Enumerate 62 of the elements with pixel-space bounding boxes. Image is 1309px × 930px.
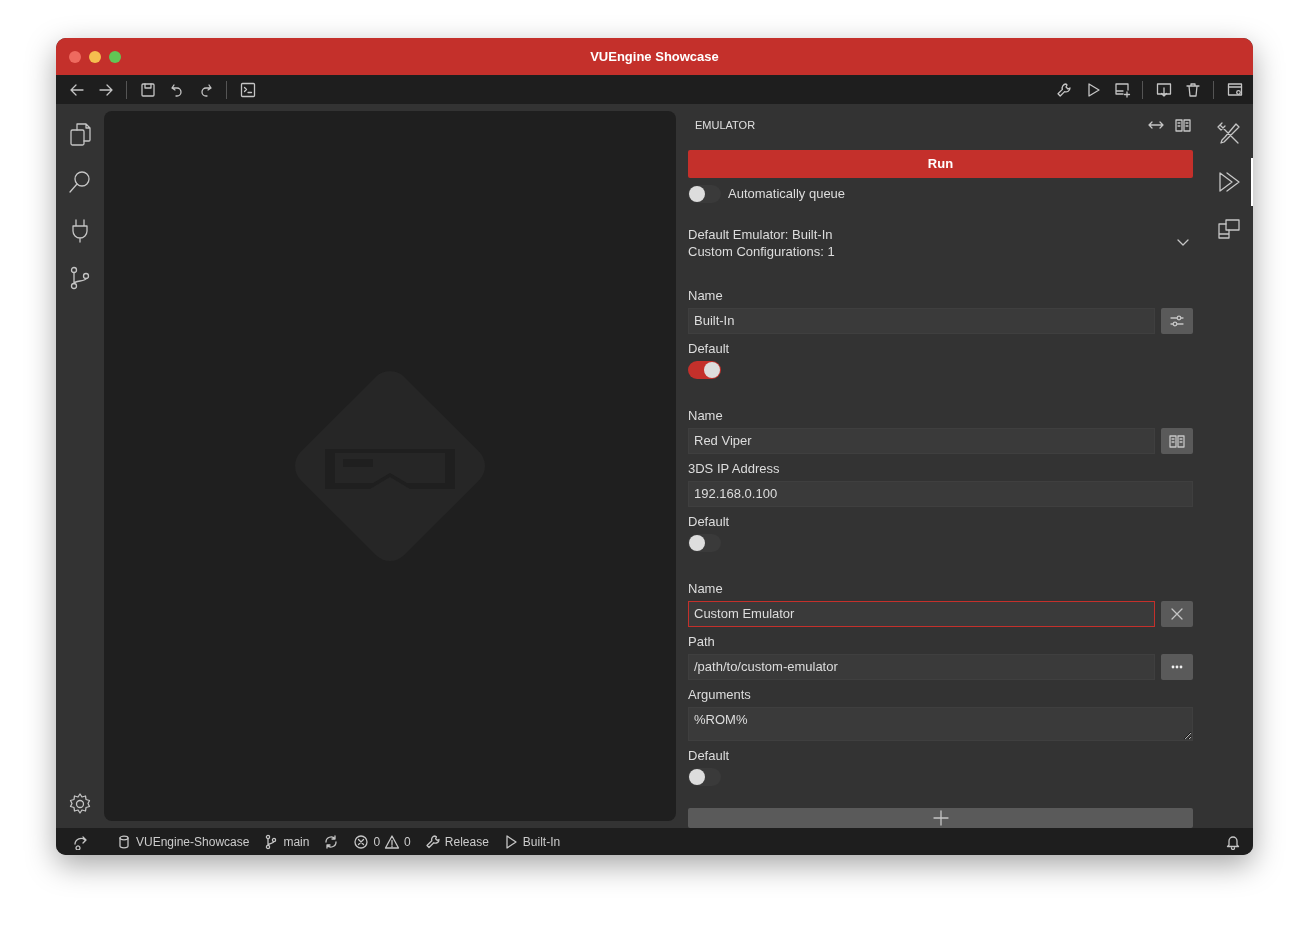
chevron-down-icon bbox=[1176, 239, 1189, 247]
minimize-window-button[interactable] bbox=[89, 51, 101, 63]
status-text: Built-In bbox=[522, 834, 561, 849]
tools-icon bbox=[1216, 121, 1242, 147]
run-button[interactable]: Run bbox=[688, 149, 1193, 178]
field-label: Name bbox=[688, 407, 724, 423]
remove-button[interactable] bbox=[1161, 600, 1193, 627]
text-field[interactable]: Red Viper bbox=[688, 427, 1155, 454]
panel-title: EMULATOR bbox=[695, 119, 757, 132]
zoom-window-button[interactable] bbox=[109, 51, 121, 63]
status-item[interactable]: main bbox=[263, 833, 310, 850]
field-label: Default bbox=[688, 513, 731, 529]
settings-button[interactable] bbox=[1161, 307, 1193, 334]
status-item[interactable]: VUEngine-Showcase bbox=[116, 833, 250, 850]
plus-icon bbox=[931, 808, 950, 827]
status-item[interactable]: Built-In bbox=[502, 833, 561, 850]
toggle-switch[interactable] bbox=[688, 360, 721, 379]
search-icon bbox=[67, 169, 93, 195]
browser-gear-icon bbox=[1225, 80, 1244, 99]
text-field[interactable]: 192.168.0.100 bbox=[688, 480, 1193, 507]
book-icon bbox=[1173, 116, 1192, 135]
field-label: Path bbox=[688, 633, 716, 649]
text-field[interactable]: Built-In bbox=[688, 307, 1155, 334]
warning-icon bbox=[384, 833, 401, 850]
docs-button[interactable] bbox=[1161, 427, 1193, 454]
toggle-switch[interactable] bbox=[688, 533, 721, 552]
text-field[interactable]: /path/to/custom-emulator bbox=[688, 653, 1155, 680]
summary-text: Custom Configurations: 1 bbox=[688, 243, 836, 259]
field-label: Default bbox=[688, 340, 731, 356]
error-count: 0 bbox=[373, 834, 381, 849]
copy-files-icon bbox=[67, 121, 93, 147]
cylinder-icon bbox=[116, 833, 132, 850]
bell-icon bbox=[1225, 833, 1241, 850]
arguments-field[interactable]: %ROM% bbox=[688, 706, 1193, 741]
screen-download-icon bbox=[1154, 80, 1173, 99]
toggle-switch[interactable] bbox=[688, 767, 721, 786]
summary-text: Default Emulator: Built-In bbox=[688, 226, 834, 242]
wrench-icon bbox=[424, 833, 441, 850]
status-text: Release bbox=[444, 834, 489, 849]
status-text: VUEngine-Showcase bbox=[136, 834, 250, 849]
window-title: VUEngine Showcase bbox=[590, 49, 719, 64]
toggle-label: Automatically queue bbox=[728, 186, 846, 202]
sync-button[interactable] bbox=[323, 833, 340, 850]
browse-button[interactable] bbox=[1161, 653, 1193, 680]
status-text: main bbox=[283, 834, 310, 849]
problems-button[interactable]: 0 0 bbox=[353, 833, 411, 850]
field-label: Name bbox=[688, 580, 724, 596]
error-icon bbox=[353, 833, 370, 850]
screen-plus-icon bbox=[1112, 80, 1131, 99]
wrench-icon bbox=[1054, 80, 1073, 99]
ellipsis-icon bbox=[1171, 664, 1183, 669]
toggle-switch[interactable] bbox=[688, 184, 721, 203]
sync-icon bbox=[323, 833, 340, 850]
terminal-icon bbox=[238, 80, 257, 99]
status-item[interactable]: Release bbox=[424, 833, 489, 850]
field-label: Arguments bbox=[688, 686, 752, 702]
field-label: 3DS IP Address bbox=[688, 460, 781, 476]
warning-count: 0 bbox=[404, 834, 411, 849]
field-label: Default bbox=[688, 747, 731, 763]
text-field[interactable]: Custom Emulator bbox=[688, 600, 1155, 627]
notifications-button[interactable] bbox=[1225, 833, 1241, 850]
field-label: Name bbox=[688, 287, 724, 303]
